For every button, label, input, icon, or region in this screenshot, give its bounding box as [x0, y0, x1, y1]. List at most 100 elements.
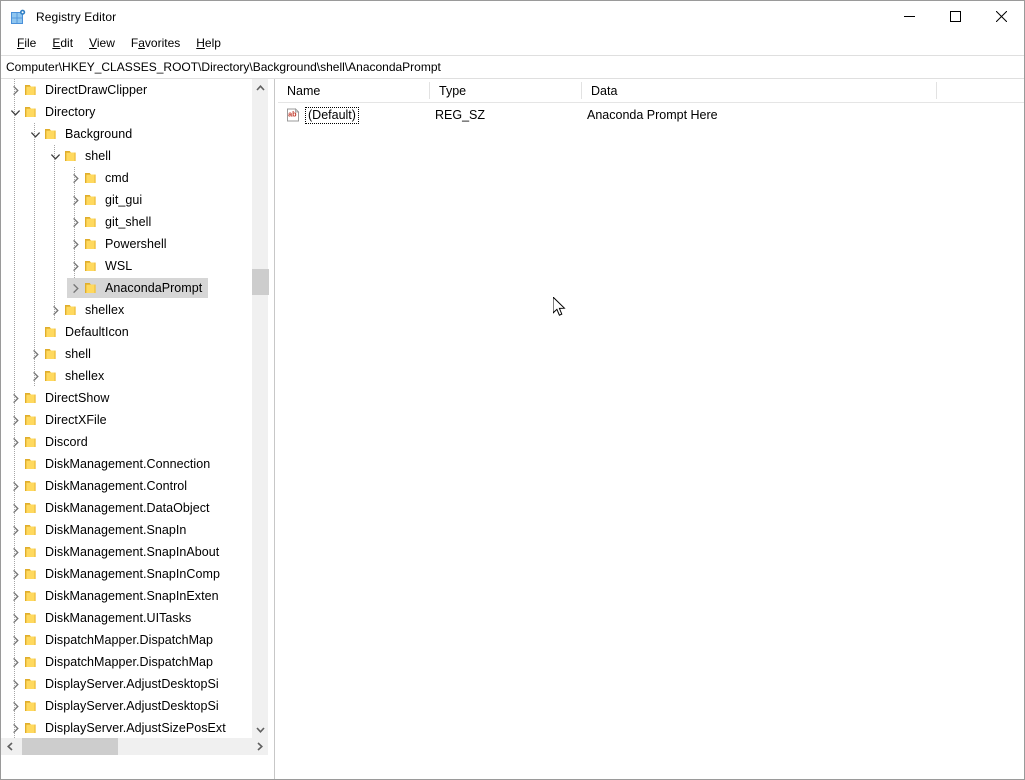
tree-node-hit[interactable]: shellex	[27, 366, 110, 386]
tree-node[interactable]: shell	[1, 145, 251, 167]
chevron-down-icon[interactable]	[7, 104, 23, 120]
scroll-up-button[interactable]	[252, 79, 269, 96]
chevron-right-icon[interactable]	[67, 258, 83, 274]
chevron-right-icon[interactable]	[7, 500, 23, 516]
column-header-data[interactable]: Data	[582, 79, 937, 102]
chevron-right-icon[interactable]	[7, 676, 23, 692]
column-header-type[interactable]: Type	[430, 79, 582, 102]
tree-node-hit[interactable]: DiskManagement.SnapIn	[7, 520, 192, 540]
tree-node[interactable]: cmd	[1, 167, 251, 189]
address-bar[interactable]: Computer\HKEY_CLASSES_ROOT\Directory\Bac…	[1, 55, 1024, 79]
tree-node[interactable]: DirectShow	[1, 387, 251, 409]
chevron-right-icon[interactable]	[7, 654, 23, 670]
column-header-name[interactable]: Name	[278, 79, 430, 102]
tree-vertical-scroll-thumb[interactable]	[252, 269, 269, 295]
tree-node-hit[interactable]: DiskManagement.SnapInExten	[7, 586, 225, 606]
tree-node-hit[interactable]: WSL	[67, 256, 138, 276]
chevron-down-icon[interactable]	[27, 126, 43, 142]
tree-node[interactable]: DiskManagement.SnapIn	[1, 519, 251, 541]
chevron-right-icon[interactable]	[7, 588, 23, 604]
tree-node[interactable]: git_gui	[1, 189, 251, 211]
tree-node[interactable]: git_shell	[1, 211, 251, 233]
chevron-right-icon[interactable]	[7, 478, 23, 494]
menu-edit[interactable]: Edit	[44, 34, 81, 52]
scroll-down-button[interactable]	[252, 721, 269, 738]
menu-help[interactable]: Help	[188, 34, 229, 52]
chevron-right-icon[interactable]	[27, 346, 43, 362]
tree-horizontal-scrollbar[interactable]	[1, 738, 268, 755]
tree-node[interactable]: DiskManagement.DataObject	[1, 497, 251, 519]
tree-node-hit[interactable]: Background	[27, 124, 138, 144]
tree-node[interactable]: Background	[1, 123, 251, 145]
tree-node[interactable]: shellex	[1, 365, 251, 387]
tree-horizontal-scroll-thumb[interactable]	[22, 738, 118, 755]
tree-node-hit[interactable]: DiskManagement.Connection	[7, 454, 216, 474]
tree-node[interactable]: shell	[1, 343, 251, 365]
tree-node[interactable]: DisplayServer.AdjustDesktopSi	[1, 673, 251, 695]
tree-node-selected[interactable]: AnacondaPrompt	[1, 277, 251, 299]
chevron-right-icon[interactable]	[7, 610, 23, 626]
tree-node[interactable]: Powershell	[1, 233, 251, 255]
chevron-right-icon[interactable]	[47, 302, 63, 318]
tree-node-hit[interactable]: Powershell	[67, 234, 173, 254]
tree-node-hit[interactable]: DiskManagement.UITasks	[7, 608, 197, 628]
menu-file[interactable]: File	[9, 34, 44, 52]
tree-node-hit[interactable]: AnacondaPrompt	[67, 278, 208, 298]
tree-node-hit[interactable]: DefaultIcon	[27, 322, 135, 342]
chevron-right-icon[interactable]	[67, 214, 83, 230]
tree-node[interactable]: shellex	[1, 299, 251, 321]
scroll-left-button[interactable]	[1, 738, 18, 755]
tree-node[interactable]: DiskManagement.SnapInAbout	[1, 541, 251, 563]
maximize-button[interactable]	[932, 1, 978, 32]
tree-node[interactable]: DiskManagement.SnapInExten	[1, 585, 251, 607]
tree-node-hit[interactable]: DirectXFile	[7, 410, 113, 430]
chevron-right-icon[interactable]	[7, 412, 23, 428]
chevron-right-icon[interactable]	[7, 632, 23, 648]
chevron-right-icon[interactable]	[7, 720, 23, 736]
tree-node-hit[interactable]: Discord	[7, 432, 94, 452]
chevron-right-icon[interactable]	[67, 192, 83, 208]
tree-node-hit[interactable]: DisplayServer.AdjustDesktopSi	[7, 696, 225, 716]
chevron-right-icon[interactable]	[7, 434, 23, 450]
tree-node-hit[interactable]: shellex	[47, 300, 130, 320]
tree-node-hit[interactable]: shell	[47, 146, 117, 166]
chevron-right-icon[interactable]	[27, 368, 43, 384]
chevron-right-icon[interactable]	[7, 82, 23, 98]
tree-node[interactable]: Discord	[1, 431, 251, 453]
chevron-right-icon[interactable]	[67, 236, 83, 252]
minimize-button[interactable]	[886, 1, 932, 32]
tree-node-hit[interactable]: DiskManagement.SnapInAbout	[7, 542, 225, 562]
menu-view[interactable]: View	[81, 34, 123, 52]
chevron-right-icon[interactable]	[67, 280, 83, 296]
tree-node-hit[interactable]: DirectDrawClipper	[7, 80, 153, 100]
chevron-right-icon[interactable]	[7, 544, 23, 560]
tree-node[interactable]: DispatchMapper.DispatchMap	[1, 629, 251, 651]
tree-node-hit[interactable]: Directory	[7, 102, 101, 122]
tree-node[interactable]: DispatchMapper.DispatchMap	[1, 651, 251, 673]
tree-node-hit[interactable]: DiskManagement.SnapInComp	[7, 564, 226, 584]
tree-node-hit[interactable]: DisplayServer.AdjustSizePosExt	[7, 718, 232, 738]
tree-node-hit[interactable]: DisplayServer.AdjustDesktopSi	[7, 674, 225, 694]
tree-node[interactable]: DisplayServer.AdjustDesktopSi	[1, 695, 251, 717]
tree-node-hit[interactable]: DispatchMapper.DispatchMap	[7, 652, 219, 672]
chevron-right-icon[interactable]	[67, 170, 83, 186]
tree-node[interactable]: DirectDrawClipper	[1, 79, 251, 101]
menu-favorites[interactable]: Favorites	[123, 34, 188, 52]
registry-tree[interactable]: DirectDrawClipperDirectoryBackgroundshel…	[1, 79, 251, 738]
chevron-right-icon[interactable]	[7, 566, 23, 582]
tree-node[interactable]: WSL	[1, 255, 251, 277]
tree-node-hit[interactable]: cmd	[67, 168, 135, 188]
tree-node[interactable]: DefaultIcon	[1, 321, 251, 343]
tree-node[interactable]: DiskManagement.Control	[1, 475, 251, 497]
chevron-right-icon[interactable]	[7, 698, 23, 714]
close-button[interactable]	[978, 1, 1024, 32]
tree-node[interactable]: DiskManagement.SnapInComp	[1, 563, 251, 585]
tree-node[interactable]: DisplayServer.AdjustSizePosExt	[1, 717, 251, 738]
tree-vertical-scrollbar[interactable]	[251, 79, 268, 738]
values-list[interactable]: ab(Default)REG_SZAnaconda Prompt Here	[278, 103, 1024, 127]
chevron-right-icon[interactable]	[7, 522, 23, 538]
tree-node-hit[interactable]: shell	[27, 344, 97, 364]
tree-node-hit[interactable]: DirectShow	[7, 388, 115, 408]
tree-node[interactable]: DirectXFile	[1, 409, 251, 431]
tree-node-hit[interactable]: DiskManagement.DataObject	[7, 498, 216, 518]
